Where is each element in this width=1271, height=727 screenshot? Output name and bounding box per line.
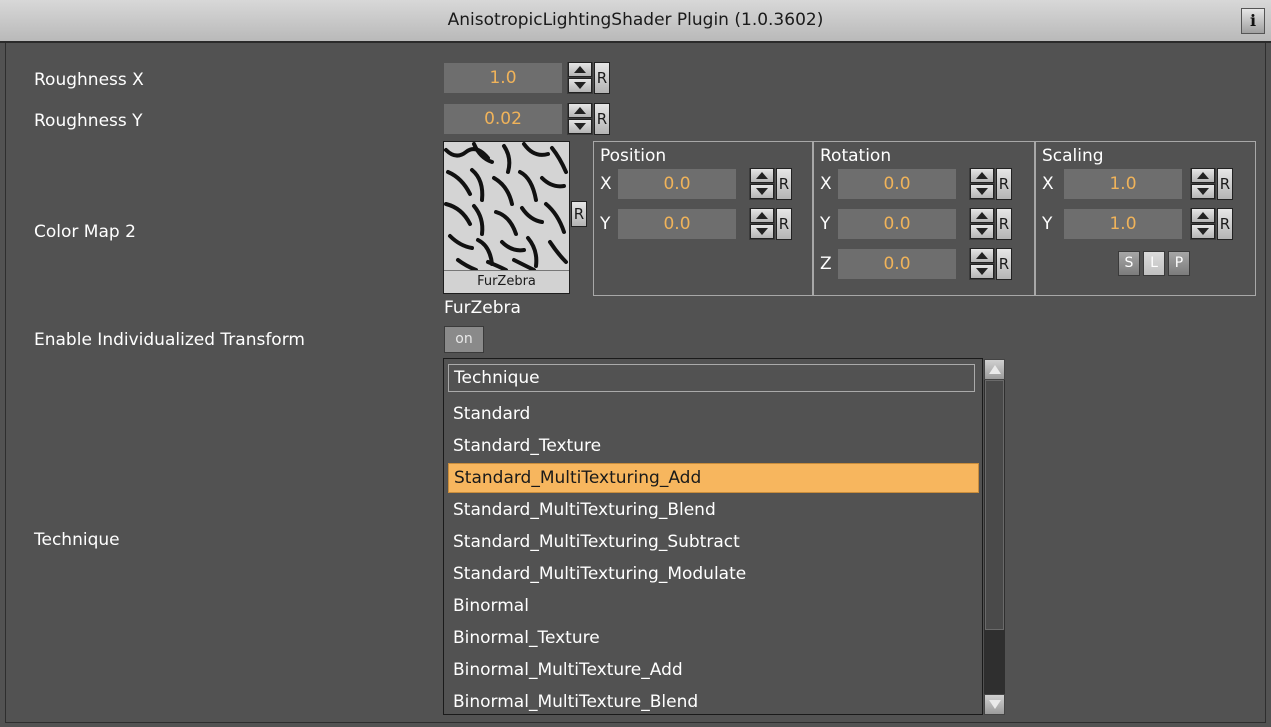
position-y-label: Y bbox=[600, 214, 611, 234]
roughness-y-reset-button[interactable]: R bbox=[594, 103, 610, 135]
color-map-reset-button[interactable]: R bbox=[571, 201, 587, 227]
scaling-y-spinner[interactable] bbox=[1190, 208, 1216, 240]
decrement-arrow-icon[interactable] bbox=[568, 119, 592, 134]
position-title: Position bbox=[600, 146, 667, 166]
scaling-y-label: Y bbox=[1042, 214, 1053, 234]
roughness-y-label: Roughness Y bbox=[34, 111, 143, 131]
list-item[interactable]: Standard_MultiTexturing_Subtract bbox=[448, 527, 979, 557]
rotation-group: Rotation X 0.0 R Y 0.0 R Z 0.0 R bbox=[813, 141, 1035, 296]
roughness-x-spinner[interactable] bbox=[567, 62, 593, 94]
scaling-x-spinner[interactable] bbox=[1190, 168, 1216, 200]
scaling-x-label: X bbox=[1042, 174, 1054, 194]
rotation-y-reset-button[interactable]: R bbox=[996, 208, 1012, 240]
decrement-arrow-icon[interactable] bbox=[970, 264, 994, 279]
info-button[interactable]: i bbox=[1241, 8, 1265, 34]
list-item[interactable]: Binormal_MultiTexture_Blend bbox=[448, 687, 979, 714]
technique-list-header: Technique bbox=[448, 364, 975, 392]
scroll-up-arrow-icon[interactable] bbox=[984, 359, 1005, 380]
position-group: Position X 0.0 R Y 0.0 R bbox=[593, 141, 813, 296]
scaling-group: Scaling X 1.0 R Y 1.0 R S L P bbox=[1035, 141, 1256, 296]
zebra-texture-image bbox=[444, 142, 569, 272]
position-x-spinner[interactable] bbox=[749, 168, 775, 200]
increment-arrow-icon[interactable] bbox=[970, 208, 994, 223]
position-y-field[interactable]: 0.0 bbox=[618, 209, 736, 239]
decrement-arrow-icon[interactable] bbox=[568, 78, 592, 93]
rotation-y-field[interactable]: 0.0 bbox=[838, 209, 956, 239]
scaling-y-reset-button[interactable]: R bbox=[1217, 208, 1233, 240]
rotation-z-reset-button[interactable]: R bbox=[996, 248, 1012, 280]
decrement-arrow-icon[interactable] bbox=[750, 224, 774, 239]
roughness-x-reset-button[interactable]: R bbox=[594, 62, 610, 94]
decrement-arrow-icon[interactable] bbox=[750, 184, 774, 199]
individual-transform-label: Enable Individualized Transform bbox=[34, 330, 305, 350]
list-item-selected[interactable]: Standard_MultiTexturing_Add bbox=[448, 463, 979, 493]
roughness-x-field[interactable]: 1.0 bbox=[444, 63, 562, 93]
color-map-label: Color Map 2 bbox=[34, 222, 136, 242]
thumbnail-caption: FurZebra bbox=[444, 270, 569, 293]
rotation-x-spinner[interactable] bbox=[969, 168, 995, 200]
rotation-y-label: Y bbox=[820, 214, 831, 234]
decrement-arrow-icon[interactable] bbox=[1191, 224, 1215, 239]
texture-thumbnail[interactable]: FurZebra bbox=[443, 141, 570, 294]
scaling-y-field[interactable]: 1.0 bbox=[1064, 209, 1182, 239]
rotation-y-spinner[interactable] bbox=[969, 208, 995, 240]
rotation-x-field[interactable]: 0.0 bbox=[838, 169, 956, 199]
increment-arrow-icon[interactable] bbox=[970, 168, 994, 183]
technique-scrollbar[interactable] bbox=[984, 359, 1005, 715]
technique-label: Technique bbox=[34, 530, 120, 550]
scale-s-button[interactable]: S bbox=[1118, 251, 1140, 276]
rotation-z-field[interactable]: 0.0 bbox=[838, 249, 956, 279]
scroll-down-arrow-icon[interactable] bbox=[984, 694, 1005, 715]
list-item[interactable]: Binormal_MultiTexture_Add bbox=[448, 655, 979, 685]
list-item[interactable]: Binormal_Texture bbox=[448, 623, 979, 653]
individual-transform-toggle[interactable]: on bbox=[444, 326, 484, 353]
scaling-x-field[interactable]: 1.0 bbox=[1064, 169, 1182, 199]
window-title: AnisotropicLightingShader Plugin (1.0.36… bbox=[447, 10, 824, 30]
rotation-z-label: Z bbox=[820, 254, 832, 274]
list-item[interactable]: Standard bbox=[448, 399, 979, 429]
rotation-z-spinner[interactable] bbox=[969, 248, 995, 280]
roughness-x-label: Roughness X bbox=[34, 70, 144, 90]
list-item[interactable]: Standard_MultiTexturing_Blend bbox=[448, 495, 979, 525]
scaling-x-reset-button[interactable]: R bbox=[1217, 168, 1233, 200]
list-item[interactable]: Standard_MultiTexturing_Modulate bbox=[448, 559, 979, 589]
increment-arrow-icon[interactable] bbox=[750, 168, 774, 183]
decrement-arrow-icon[interactable] bbox=[970, 184, 994, 199]
scale-p-button[interactable]: P bbox=[1168, 251, 1190, 276]
decrement-arrow-icon[interactable] bbox=[1191, 184, 1215, 199]
increment-arrow-icon[interactable] bbox=[970, 248, 994, 263]
title-bar: AnisotropicLightingShader Plugin (1.0.36… bbox=[0, 0, 1271, 43]
increment-arrow-icon[interactable] bbox=[1191, 168, 1215, 183]
scaling-title: Scaling bbox=[1042, 146, 1104, 166]
roughness-y-spinner[interactable] bbox=[567, 103, 593, 135]
position-x-label: X bbox=[600, 174, 612, 194]
rotation-title: Rotation bbox=[820, 146, 892, 166]
increment-arrow-icon[interactable] bbox=[750, 208, 774, 223]
position-y-reset-button[interactable]: R bbox=[776, 208, 792, 240]
position-x-reset-button[interactable]: R bbox=[776, 168, 792, 200]
position-x-field[interactable]: 0.0 bbox=[618, 169, 736, 199]
technique-list[interactable]: Technique Standard Standard_Texture Stan… bbox=[443, 358, 983, 715]
scale-l-button[interactable]: L bbox=[1143, 251, 1165, 276]
rotation-x-reset-button[interactable]: R bbox=[996, 168, 1012, 200]
increment-arrow-icon[interactable] bbox=[1191, 208, 1215, 223]
rotation-x-label: X bbox=[820, 174, 832, 194]
decrement-arrow-icon[interactable] bbox=[970, 224, 994, 239]
increment-arrow-icon[interactable] bbox=[568, 62, 592, 77]
roughness-y-field[interactable]: 0.02 bbox=[444, 104, 562, 134]
texture-name: FurZebra bbox=[444, 298, 521, 318]
increment-arrow-icon[interactable] bbox=[568, 103, 592, 118]
scroll-thumb[interactable] bbox=[985, 380, 1004, 630]
list-item[interactable]: Standard_Texture bbox=[448, 431, 979, 461]
position-y-spinner[interactable] bbox=[749, 208, 775, 240]
list-item[interactable]: Binormal bbox=[448, 591, 979, 621]
